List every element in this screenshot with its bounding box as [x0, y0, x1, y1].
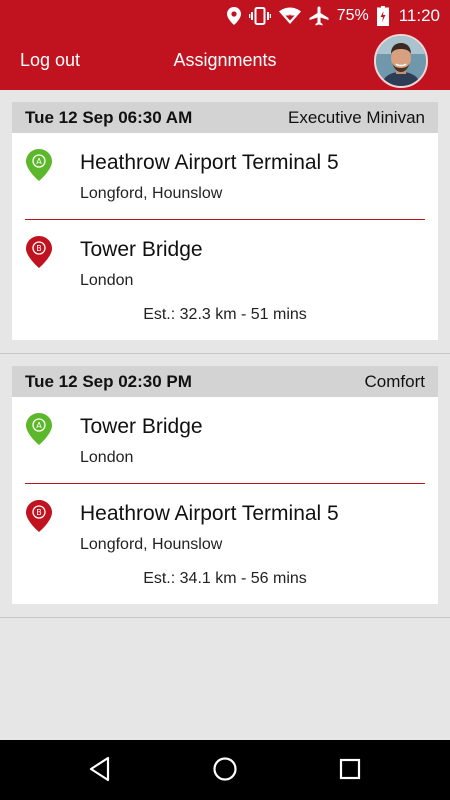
assignment-list: Tue 12 Sep 06:30 AM Executive Minivan A … — [0, 90, 450, 618]
logout-button[interactable]: Log out — [20, 50, 80, 71]
airplane-icon — [309, 6, 329, 26]
vehicle-type: Comfort — [364, 371, 425, 391]
vehicle-type: Executive Minivan — [287, 107, 425, 127]
pickup-place: Tower Bridge — [80, 415, 203, 438]
status-bar: x 75% 11:20 — [0, 0, 450, 32]
home-icon[interactable] — [212, 756, 238, 787]
svg-text:B: B — [36, 244, 42, 253]
pickup-stop: A Heathrow Airport Terminal 5 Longford, … — [12, 133, 438, 219]
svg-text:A: A — [36, 157, 42, 166]
svg-text:A: A — [36, 421, 42, 430]
vibrate-icon — [248, 7, 271, 25]
svg-text:B: B — [36, 508, 42, 517]
trip-estimate: Est.: 32.3 km - 51 mins — [143, 306, 307, 323]
back-icon[interactable] — [88, 756, 112, 787]
pickup-stop: A Tower Bridge London — [12, 397, 438, 483]
assignment-card-wrap: Tue 12 Sep 06:30 AM Executive Minivan A … — [0, 90, 450, 354]
battery-percent: 75% — [336, 7, 369, 24]
dropoff-place: Heathrow Airport Terminal 5 — [80, 502, 339, 525]
recents-icon[interactable] — [338, 756, 362, 787]
battery-icon — [376, 6, 389, 26]
location-icon — [226, 7, 241, 25]
dropoff-marker-icon: B — [26, 236, 52, 273]
dropoff-stop: B Tower Bridge London — [12, 220, 438, 306]
pickup-place: Heathrow Airport Terminal 5 — [80, 151, 339, 174]
card-header: Tue 12 Sep 06:30 AM Executive Minivan — [12, 102, 438, 133]
system-nav-bar — [0, 740, 450, 800]
app-bar: Log out Assignments — [0, 32, 450, 90]
dropoff-stop: B Heathrow Airport Terminal 5 Longford, … — [12, 484, 438, 570]
dropoff-place: Tower Bridge — [80, 238, 203, 261]
pickup-datetime: Tue 12 Sep 02:30 PM — [25, 371, 192, 391]
pickup-datetime: Tue 12 Sep 06:30 AM — [25, 107, 193, 127]
clock: 11:20 — [398, 6, 440, 25]
trip-estimate: Est.: 34.1 km - 56 mins — [143, 570, 307, 587]
wifi-icon: x — [278, 7, 301, 25]
dropoff-area: Longford, Hounslow — [80, 536, 223, 553]
avatar[interactable] — [374, 34, 428, 88]
pickup-marker-icon: A — [26, 413, 52, 450]
dropoff-area: London — [80, 272, 134, 289]
assignment-card-wrap: Tue 12 Sep 02:30 PM Comfort A Tower Brid… — [0, 354, 450, 618]
pickup-marker-icon: A — [26, 149, 52, 186]
pickup-area: London — [80, 449, 134, 466]
pickup-area: Longford, Hounslow — [80, 185, 223, 202]
card-header: Tue 12 Sep 02:30 PM Comfort — [12, 366, 438, 397]
assignment-card[interactable]: Tue 12 Sep 02:30 PM Comfort A Tower Brid… — [12, 366, 438, 604]
assignment-card[interactable]: Tue 12 Sep 06:30 AM Executive Minivan A … — [12, 102, 438, 340]
dropoff-marker-icon: B — [26, 500, 52, 537]
svg-text:x: x — [288, 13, 292, 20]
